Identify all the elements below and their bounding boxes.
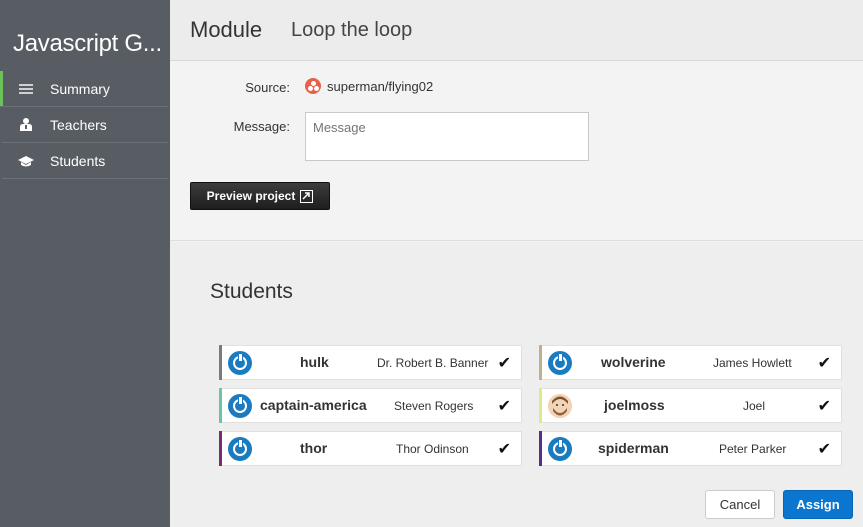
checkmark-icon: ✔	[817, 355, 831, 372]
course-title: Javascript G...	[13, 30, 162, 57]
student-name: Thor Odinson	[396, 442, 469, 456]
sidebar-item-students[interactable]: Students	[2, 143, 168, 179]
student-login: thor	[300, 440, 328, 456]
accent-bar	[219, 431, 222, 466]
accent-bar	[219, 345, 222, 380]
module-name: Loop the loop	[291, 19, 413, 41]
external-link-icon	[300, 189, 314, 203]
power-icon	[548, 437, 572, 461]
student-name: Steven Rogers	[394, 399, 474, 413]
power-icon	[228, 394, 252, 418]
students-section: Students hulk Dr. Robert B. Banner ✔ cap…	[170, 242, 863, 527]
cancel-button[interactable]: Cancel	[705, 490, 775, 519]
list-icon	[2, 83, 50, 95]
teacher-icon	[2, 118, 50, 131]
checkmark-icon: ✔	[497, 398, 511, 415]
source-label: Source:	[245, 80, 290, 95]
repository-icon	[305, 78, 321, 94]
student-card-hulk[interactable]: hulk Dr. Robert B. Banner ✔	[219, 345, 522, 380]
student-login: wolverine	[601, 354, 666, 370]
sidebar-item-teachers[interactable]: Teachers	[2, 107, 168, 143]
power-icon	[228, 437, 252, 461]
power-icon	[548, 351, 572, 375]
accent-bar	[219, 388, 222, 423]
sidebar-item-label: Teachers	[50, 116, 107, 133]
sidebar-item-label: Students	[50, 152, 106, 169]
student-card-captain-america[interactable]: captain-america Steven Rogers ✔	[219, 388, 522, 423]
preview-project-label: Preview project	[206, 189, 296, 203]
accent-bar	[539, 345, 542, 380]
sidebar: Javascript G... Summary Teachers Student…	[0, 0, 170, 527]
graduation-cap-icon	[2, 155, 50, 167]
checkmark-icon: ✔	[817, 398, 831, 415]
power-icon	[228, 351, 252, 375]
preview-project-button[interactable]: Preview project	[190, 182, 330, 210]
checkmark-icon: ✔	[497, 441, 511, 458]
checkmark-icon: ✔	[817, 441, 831, 458]
student-card-joelmoss[interactable]: joelmoss Joel ✔	[539, 388, 842, 423]
student-login: joelmoss	[604, 397, 665, 413]
student-login: hulk	[300, 354, 329, 370]
message-label: Message:	[233, 119, 290, 134]
student-login: captain-america	[260, 397, 367, 413]
user-face-icon	[548, 394, 572, 418]
student-card-spiderman[interactable]: spiderman Peter Parker ✔	[539, 431, 842, 466]
student-login: spiderman	[598, 440, 669, 456]
message-field[interactable]	[305, 112, 589, 161]
accent-bar	[539, 388, 542, 423]
student-name: Peter Parker	[719, 442, 787, 456]
accent-bar	[539, 431, 542, 466]
student-name: James Howlett	[713, 356, 792, 370]
student-name: Joel	[743, 399, 766, 413]
source-link[interactable]: superman/flying02	[305, 78, 433, 94]
sidebar-item-label: Summary	[50, 80, 110, 97]
sidebar-item-summary[interactable]: Summary	[0, 71, 168, 107]
page-header: Module Loop the loop	[170, 0, 863, 61]
student-name: Dr. Robert B. Banner	[377, 356, 489, 370]
assignment-form: Source: superman/flying02 Message: Previ…	[170, 61, 863, 241]
assign-button[interactable]: Assign	[783, 490, 853, 519]
checkmark-icon: ✔	[497, 355, 511, 372]
student-card-thor[interactable]: thor Thor Odinson ✔	[219, 431, 522, 466]
student-card-wolverine[interactable]: wolverine James Howlett ✔	[539, 345, 842, 380]
source-value: superman/flying02	[327, 78, 434, 94]
students-heading: Students	[210, 280, 293, 303]
page-section-title: Module	[190, 17, 263, 42]
